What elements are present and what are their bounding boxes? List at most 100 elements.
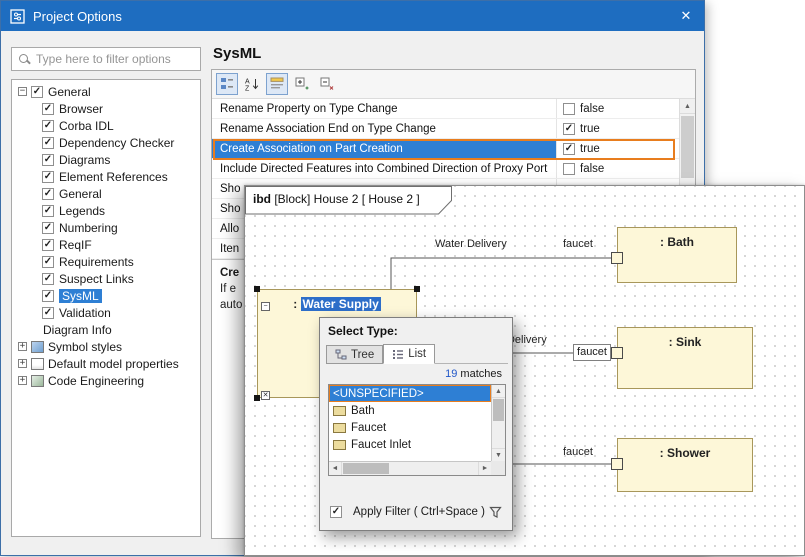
select-type-dialog[interactable]: Select Type: Tree List 19 matches <UNSPE… xyxy=(319,317,513,531)
tree-item-browser[interactable]: ✓Browser xyxy=(12,100,200,117)
scrollbar-thumb[interactable] xyxy=(343,463,389,474)
tree-item-dependency-checker[interactable]: ✓Dependency Checker xyxy=(12,134,200,151)
list-item-faucet[interactable]: Faucet xyxy=(329,419,491,436)
tree-item-numbering[interactable]: ✓Numbering xyxy=(12,219,200,236)
tab-list[interactable]: List xyxy=(383,344,435,364)
collapse-all-icon[interactable] xyxy=(316,73,338,95)
checkbox-checked[interactable]: ✓ xyxy=(42,239,54,251)
page-title: SysML xyxy=(213,45,261,62)
table-row[interactable]: Rename Property on Type Change false xyxy=(212,99,679,119)
scroll-up-icon[interactable]: ▲ xyxy=(492,385,505,398)
list-item-bath[interactable]: Bath xyxy=(329,402,491,419)
table-row[interactable]: Include Directed Features into Combined … xyxy=(212,159,679,179)
diagram-name: [Block] House 2 [ House 2 ] xyxy=(271,192,420,206)
port-label[interactable]: faucet xyxy=(563,238,593,250)
port-label[interactable]: faucet xyxy=(563,446,593,458)
list-item-faucet-inlet[interactable]: Faucet Inlet xyxy=(329,436,491,453)
checkbox-checked[interactable]: ✓ xyxy=(42,188,54,200)
tab-tree[interactable]: Tree xyxy=(326,345,383,364)
part-sink[interactable]: : Sink xyxy=(617,327,753,389)
sort-alphabetically-icon[interactable]: AZ xyxy=(241,73,263,95)
port-label-box[interactable]: faucet xyxy=(573,344,611,361)
tree-item-validation[interactable]: ✓Validation xyxy=(12,304,200,321)
table-row[interactable]: Rename Association End on Type Change ✓t… xyxy=(212,119,679,139)
title-bar[interactable]: Project Options ✕ xyxy=(1,1,704,31)
expand-expander-icon[interactable]: + xyxy=(18,342,27,351)
checkbox-checked[interactable]: ✓ xyxy=(42,273,54,285)
tree-item-diagram-info[interactable]: Diagram Info xyxy=(12,321,200,338)
checkbox-unchecked[interactable] xyxy=(563,103,575,115)
checkbox-checked[interactable]: ✓ xyxy=(42,205,54,217)
name-prefix: : xyxy=(293,297,300,311)
checkbox-checked[interactable]: ✓ xyxy=(42,256,54,268)
part-shower[interactable]: : Shower xyxy=(617,438,753,492)
scroll-left-icon[interactable]: ◄ xyxy=(329,462,342,475)
checkbox-checked[interactable]: ✓ xyxy=(563,123,575,135)
part-name-editor[interactable]: : Water Supply xyxy=(258,297,416,311)
checkbox-checked[interactable]: ✓ xyxy=(330,506,342,518)
tree-item-requirements[interactable]: ✓ Requirements xyxy=(12,253,200,270)
checkbox-checked[interactable]: ✓ xyxy=(42,103,54,115)
expand-expander-icon[interactable]: + xyxy=(18,376,27,385)
tree-item-reqif[interactable]: ✓ReqIF xyxy=(12,236,200,253)
checkbox-checked[interactable]: ✓ xyxy=(42,137,54,149)
list-vertical-scrollbar[interactable]: ▲ ▼ xyxy=(491,385,505,461)
tree-item-symbol-styles[interactable]: +Symbol styles xyxy=(12,338,200,355)
checkbox-checked[interactable]: ✓ xyxy=(42,120,54,132)
checkbox-checked[interactable]: ✓ xyxy=(563,143,575,155)
option-value: true xyxy=(580,143,600,155)
show-description-icon[interactable] xyxy=(266,73,288,95)
part-bath[interactable]: : Bath xyxy=(617,227,737,283)
checkbox-checked[interactable]: ✓ xyxy=(31,86,43,98)
tree-item-sysml-selected[interactable]: ✓SysML xyxy=(12,287,200,304)
scrollbar-thumb[interactable] xyxy=(493,399,504,421)
port-faucet-shower[interactable] xyxy=(611,458,623,470)
scroll-up-icon[interactable]: ▲ xyxy=(680,99,695,114)
tree-item-general-root[interactable]: − ✓ General xyxy=(12,83,200,100)
model-properties-icon xyxy=(31,358,44,370)
list-item-unspecified[interactable]: <UNSPECIFIED> xyxy=(329,385,491,402)
tree-item-label: Diagram Info xyxy=(43,323,112,337)
scrollbar-corner xyxy=(491,461,505,475)
selection-handle[interactable] xyxy=(254,286,260,292)
checkbox-checked[interactable]: ✓ xyxy=(42,290,54,302)
compartment-toggle-icon[interactable]: − xyxy=(261,302,270,311)
checkbox-checked[interactable]: ✓ xyxy=(42,154,54,166)
port-faucet-bath[interactable] xyxy=(611,252,623,264)
connector-label[interactable]: Water Delivery xyxy=(435,238,507,250)
checkbox-checked[interactable]: ✓ xyxy=(42,222,54,234)
tree-item-diagrams[interactable]: ✓Diagrams xyxy=(12,151,200,168)
scrollbar-thumb[interactable] xyxy=(681,116,694,178)
tree-item-label: Requirements xyxy=(59,255,134,269)
port-faucet-sink[interactable] xyxy=(611,347,623,359)
tree-item-code-engineering[interactable]: +Code Engineering xyxy=(12,372,200,389)
tree-item-suspect-links[interactable]: ✓Suspect Links xyxy=(12,270,200,287)
apply-filter-row[interactable]: ✓ Apply Filter ( Ctrl+Space ) xyxy=(330,506,485,518)
collapse-expander-icon[interactable]: − xyxy=(18,87,27,96)
tree-item-default-model-properties[interactable]: +Default model properties xyxy=(12,355,200,372)
filter-box[interactable] xyxy=(11,47,201,71)
tree-item-element-references[interactable]: ✓Element References xyxy=(12,168,200,185)
expand-all-icon[interactable] xyxy=(291,73,313,95)
option-value: true xyxy=(580,123,600,135)
scroll-down-icon[interactable]: ▼ xyxy=(492,448,505,461)
scroll-right-icon[interactable]: ► xyxy=(478,462,491,475)
filter-input[interactable] xyxy=(34,51,194,67)
close-icon[interactable]: ✕ xyxy=(668,1,704,31)
selection-handle[interactable] xyxy=(254,395,260,401)
checkbox-checked[interactable]: ✓ xyxy=(42,307,54,319)
tree-item-legends[interactable]: ✓Legends xyxy=(12,202,200,219)
diagram-window[interactable]: ibd [Block] House 2 [ House 2 ] Water De… xyxy=(244,185,805,556)
tree-item-corba-idl[interactable]: ✓Corba IDL xyxy=(12,117,200,134)
connector-water-delivery-bath[interactable] xyxy=(391,258,611,289)
compartment-toggle-icon[interactable]: ✕ xyxy=(261,391,270,400)
expand-expander-icon[interactable]: + xyxy=(18,359,27,368)
table-row-selected[interactable]: Create Association on Part Creation ✓tru… xyxy=(212,139,679,159)
group-by-category-icon[interactable] xyxy=(216,73,238,95)
checkbox-checked[interactable]: ✓ xyxy=(42,171,54,183)
list-horizontal-scrollbar[interactable]: ◄ ► xyxy=(329,461,491,475)
checkbox-unchecked[interactable] xyxy=(563,163,575,175)
selection-handle[interactable] xyxy=(414,286,420,292)
tree-item-general[interactable]: ✓General xyxy=(12,185,200,202)
filter-funnel-icon[interactable] xyxy=(489,506,502,524)
